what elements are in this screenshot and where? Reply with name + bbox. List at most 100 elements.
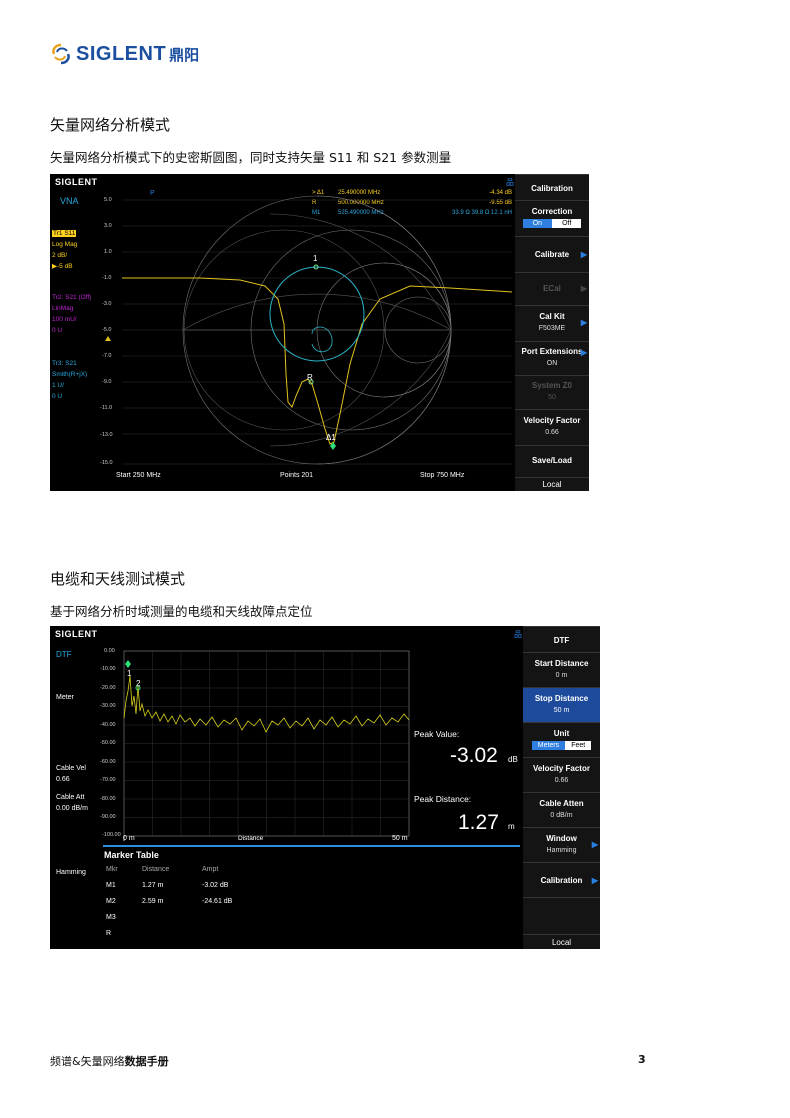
calibrate-button[interactable]: Calibrate ▶ [515, 236, 589, 272]
y-tick: -5.0 [102, 327, 112, 333]
calibrate-label: Calibrate [534, 250, 570, 259]
dtf-marker-2-label: 2 [136, 679, 141, 688]
window-label: Window [546, 834, 577, 843]
marker-table: Mkr Distance Ampt M1 1.27 m -3.02 dB M2 2.59 … [106, 866, 306, 946]
y-tick: -100.00 [102, 832, 121, 838]
peak-distance: 1.27 [458, 811, 499, 834]
footer-title: 频谱&矢量网络数据手册 [50, 1053, 169, 1069]
correction-toggle[interactable]: Correction On Off [515, 200, 589, 236]
unit-toggle[interactable]: Unit Meters Feet [523, 722, 600, 757]
table-row[interactable]: R [106, 930, 306, 946]
y-tick: -60.00 [100, 759, 116, 765]
ecal-button[interactable]: ECal ▶ [515, 272, 589, 305]
arrow-right-icon: ▶ [580, 284, 587, 293]
window-value: Hamming [546, 847, 577, 854]
marker-table-header: Mkr Distance Ampt [106, 866, 219, 873]
y-tick: 0.00 [104, 648, 115, 654]
y-tick: 1.0 [104, 249, 112, 255]
siglent-logo: SIGLENT 鼎阳 [50, 40, 199, 68]
velocity-factor-label: Velocity Factor [533, 764, 590, 773]
calibration-button[interactable]: Calibration ▶ [523, 862, 600, 897]
velocity-factor-value: 0.66 [545, 429, 559, 436]
port-extensions-label: Port Extensions [521, 347, 583, 356]
stop-distance-label: Stop Distance [534, 694, 589, 703]
footer-title-a: 频谱&矢量网络 [50, 1055, 125, 1068]
footer-title-b: 数据手册 [124, 1055, 169, 1068]
port-extensions-value: ON [546, 360, 558, 367]
correction-on[interactable]: On [522, 219, 553, 228]
system-z0-label: System Z0 [531, 381, 573, 390]
start-distance-value: 0 m [555, 672, 568, 679]
arrow-right-icon: ▶ [591, 876, 598, 885]
stop-distance-value: 50 m [553, 707, 570, 714]
peak-value-unit: dB [508, 755, 518, 764]
cal-kit-button[interactable]: Cal Kit F503ME ▶ [515, 305, 589, 341]
velocity-factor-button[interactable]: Velocity Factor 0.66 [523, 757, 600, 792]
vna-softkey-panel: Calibration Correction On Off Calibrate ▶ … [515, 174, 589, 491]
dtf-hamming-label: Hamming [56, 869, 86, 876]
table-row[interactable]: M2 2.59 m -24.61 dB [106, 898, 306, 914]
y-tick: -20.00 [100, 685, 116, 691]
save-load-button[interactable]: Save/Load [515, 445, 589, 477]
velocity-factor-label: Velocity Factor [523, 416, 581, 425]
vna-screenshot: SIGLENT VNA P 品 Tr1 S11 Log Mag 2 dB/ ▶-… [50, 174, 589, 491]
vna-marker-delta-label: Δ1 [326, 433, 336, 442]
correction-off[interactable]: Off [552, 219, 582, 228]
system-z0-button[interactable]: System Z0 50 [515, 375, 589, 409]
table-row[interactable]: M1 1.27 m -3.02 dB [106, 882, 306, 898]
siglent-logo-icon [52, 43, 70, 65]
vna-stop-freq: Stop 750 MHz [420, 472, 465, 479]
velocity-factor-button[interactable]: Velocity Factor 0.66 [515, 409, 589, 445]
peak-value-label: Peak Value: [414, 729, 460, 739]
y-tick: -11.0 [100, 405, 113, 411]
y-tick: 3.0 [104, 223, 112, 229]
calibration-menu-title: Calibration [515, 174, 589, 200]
dtf-screenshot: SIGLENT 品 DTF Meter Cable Vel 0.66 Cable… [50, 626, 600, 949]
cable-atten-button[interactable]: Cable Atten 0 dB/m [523, 792, 600, 827]
unit-feet[interactable]: Feet [565, 741, 592, 750]
start-distance-button[interactable]: Start Distance 0 m [523, 652, 600, 687]
vna-marker-r-label: R [307, 373, 313, 382]
vna-marker-1-label: 1 [313, 254, 318, 263]
dtf-marker-1-label: 1 [127, 669, 132, 678]
vna-start-freq: Start 250 MHz [116, 472, 161, 479]
arrow-right-icon: ▶ [580, 318, 587, 327]
y-tick: 5.0 [104, 197, 112, 203]
y-tick: -10.00 [100, 666, 116, 672]
y-tick: -30.00 [100, 703, 116, 709]
unit-meters[interactable]: Meters [531, 741, 566, 750]
calibration-label: Calibration [540, 876, 583, 885]
logo-cn: 鼎阳 [169, 45, 200, 64]
dtf-x-label: Distance [238, 835, 264, 842]
start-distance-label: Start Distance [534, 659, 589, 668]
stop-distance-button[interactable]: Stop Distance 50 m [523, 687, 600, 722]
cable-atten-label: Cable Atten [539, 799, 584, 808]
local-button[interactable]: Local [515, 477, 589, 491]
y-tick: -80.00 [100, 796, 116, 802]
dtf-x-stop: 50 m [392, 835, 408, 842]
marker-table-title: Marker Table [104, 850, 159, 860]
correction-label: Correction [531, 207, 573, 216]
local-button[interactable]: Local [523, 934, 600, 949]
vna-plot[interactable]: 1 R Δ1 [50, 174, 515, 491]
arrow-right-icon: ▶ [580, 348, 587, 357]
section2-desc: 基于网络分析时域测量的电缆和天线故障点定位 [50, 604, 313, 619]
y-tick: -9.0 [102, 379, 112, 385]
empty-softkey [523, 897, 600, 934]
peak-distance-label: Peak Distance: [414, 794, 472, 804]
peak-distance-unit: m [508, 822, 515, 831]
y-tick: -1.0 [102, 275, 112, 281]
logo-brand: SIGLENT [76, 42, 167, 65]
y-tick: -50.00 [100, 740, 116, 746]
window-button[interactable]: Window Hamming ▶ [523, 827, 600, 862]
table-row[interactable]: M3 [106, 914, 306, 930]
section1-title: 矢量网络分析模式 [50, 116, 171, 134]
cal-kit-value: F503ME [538, 325, 566, 332]
peak-value: -3.02 [450, 744, 498, 767]
arrow-right-icon: ▶ [580, 250, 587, 259]
dtf-x-start: 0 m [123, 835, 135, 842]
port-extensions-button[interactable]: Port Extensions ON ▶ [515, 341, 589, 375]
y-tick: -3.0 [102, 301, 112, 307]
marker-table-divider [103, 845, 520, 847]
page-number: 3 [638, 1053, 646, 1066]
